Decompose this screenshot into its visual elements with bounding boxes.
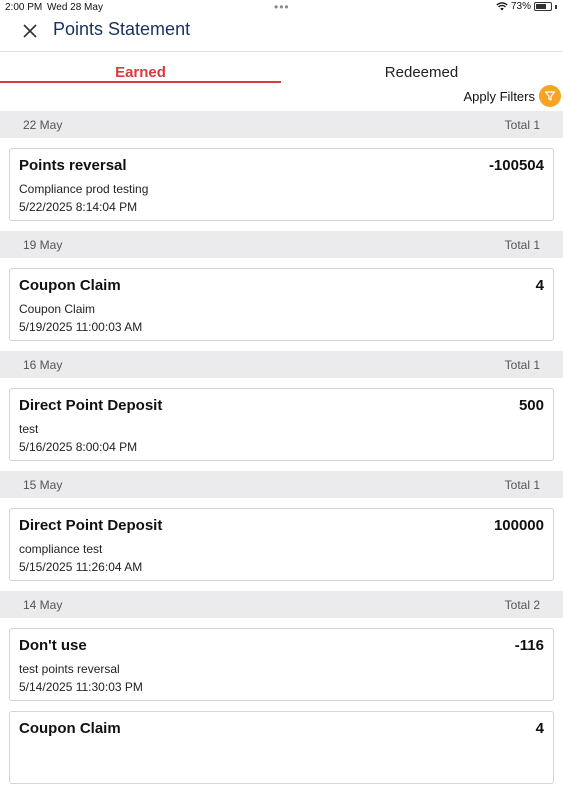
transaction-datetime: 5/16/2025 8:00:04 PM bbox=[19, 440, 138, 454]
group-date: 19 May bbox=[23, 238, 63, 252]
group-total: Total 1 bbox=[504, 238, 540, 252]
battery-icon bbox=[534, 2, 552, 11]
transaction-description: test points reversal bbox=[19, 662, 120, 676]
group-header: 19 May Total 1 bbox=[0, 231, 563, 258]
transaction-points: 100000 bbox=[493, 517, 544, 534]
status-date: Wed 28 May bbox=[47, 2, 103, 13]
tab-bar: Earned Redeemed bbox=[0, 52, 563, 84]
battery-percent: 73% bbox=[510, 1, 531, 12]
points-list: 22 May Total 1 Points reversal -100504 C… bbox=[0, 111, 563, 794]
transaction-datetime: 5/15/2025 11:26:04 AM bbox=[19, 560, 143, 574]
group-date: 14 May bbox=[23, 598, 63, 612]
status-right: 73% bbox=[496, 1, 557, 12]
group-total: Total 1 bbox=[504, 358, 540, 372]
group-header: 14 May Total 2 bbox=[0, 591, 563, 618]
group-total: Total 1 bbox=[504, 118, 540, 132]
group-header: 22 May Total 1 bbox=[0, 111, 563, 138]
multitasking-dots-icon[interactable]: ••• bbox=[274, 0, 290, 14]
active-tab-indicator bbox=[0, 81, 281, 83]
status-bar: 2:00 PM Wed 28 May ••• 73% bbox=[0, 0, 563, 15]
close-icon[interactable] bbox=[20, 21, 40, 41]
transaction-title: Direct Point Deposit bbox=[19, 397, 163, 414]
transaction-card[interactable]: Direct Point Deposit 500 test 5/16/2025 … bbox=[9, 388, 554, 461]
group-total: Total 1 bbox=[504, 478, 540, 492]
transaction-description: compliance test bbox=[19, 542, 103, 556]
group-total: Total 2 bbox=[504, 598, 540, 612]
header: Points Statement bbox=[0, 15, 563, 52]
tab-redeemed[interactable]: Redeemed bbox=[281, 64, 562, 81]
transaction-card[interactable]: Direct Point Deposit 100000 compliance t… bbox=[9, 508, 554, 581]
group-date: 16 May bbox=[23, 358, 63, 372]
transaction-points: 500 bbox=[518, 397, 544, 414]
transaction-points: 4 bbox=[535, 277, 544, 294]
group-header: 16 May Total 1 bbox=[0, 351, 563, 378]
transaction-card[interactable]: Points reversal -100504 Compliance prod … bbox=[9, 148, 554, 221]
transaction-card[interactable]: Don't use -116 test points reversal 5/14… bbox=[9, 628, 554, 701]
page-title: Points Statement bbox=[53, 19, 191, 39]
wifi-icon bbox=[496, 2, 508, 11]
filter-icon[interactable] bbox=[539, 85, 561, 107]
transaction-title: Don't use bbox=[19, 637, 87, 654]
transaction-title: Coupon Claim bbox=[19, 277, 121, 294]
transaction-points: 4 bbox=[535, 720, 544, 737]
transaction-description: test bbox=[19, 422, 39, 436]
transaction-title: Coupon Claim bbox=[19, 720, 121, 737]
transaction-description: Compliance prod testing bbox=[19, 182, 149, 196]
transaction-card[interactable]: Coupon Claim 4 bbox=[9, 711, 554, 784]
transaction-title: Points reversal bbox=[19, 157, 127, 174]
status-time: 2:00 PM bbox=[5, 2, 43, 13]
transaction-datetime: 5/19/2025 11:00:03 AM bbox=[19, 320, 143, 334]
transaction-description: Coupon Claim bbox=[19, 302, 96, 316]
apply-filters-label: Apply Filters bbox=[463, 88, 535, 104]
group-date: 15 May bbox=[23, 478, 63, 492]
group-date: 22 May bbox=[23, 118, 63, 132]
tab-earned[interactable]: Earned bbox=[0, 64, 281, 81]
transaction-points: -100504 bbox=[488, 157, 544, 174]
apply-filters-button[interactable]: Apply Filters bbox=[463, 85, 561, 107]
transaction-points: -116 bbox=[514, 637, 544, 654]
transaction-datetime: 5/22/2025 8:14:04 PM bbox=[19, 200, 138, 214]
group-header: 15 May Total 1 bbox=[0, 471, 563, 498]
transaction-card[interactable]: Coupon Claim 4 Coupon Claim 5/19/2025 11… bbox=[9, 268, 554, 341]
transaction-title: Direct Point Deposit bbox=[19, 517, 163, 534]
transaction-datetime: 5/14/2025 11:30:03 PM bbox=[19, 680, 143, 694]
